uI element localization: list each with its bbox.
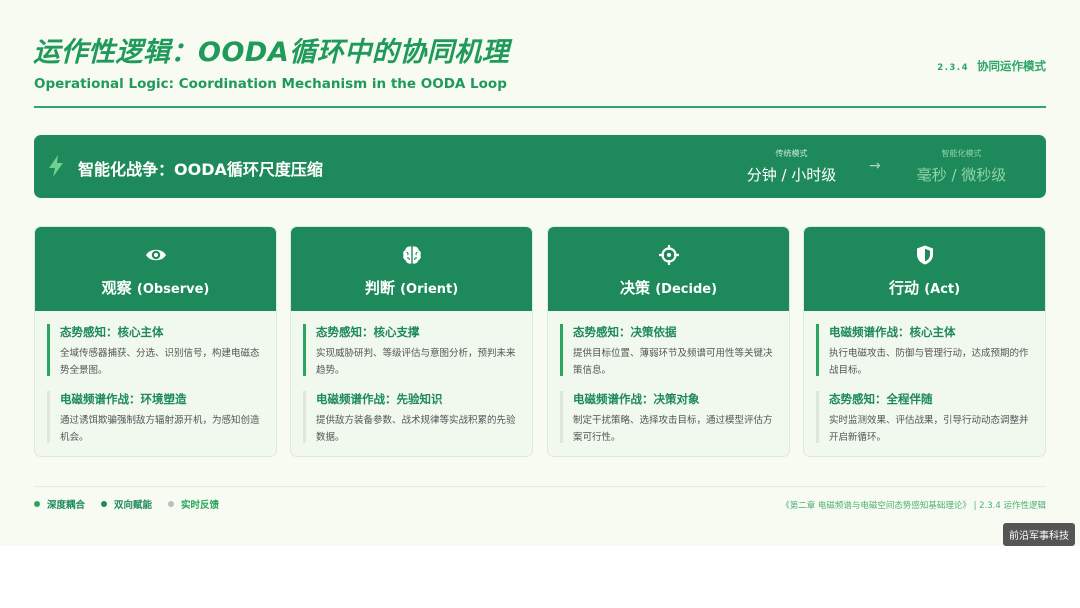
page-title: 运作性逻辑：OODA循环中的协同机理 [33, 37, 510, 68]
card-item-secondary: 电磁频谱作战：先验知识 提供敌方装备参数、战术规律等实战积累的先验数据。 [303, 391, 523, 443]
item-text: 实时监测效果、评估战果，引导行动动态调整并开启新循环。 [829, 415, 1029, 443]
section-tag: 2.3.4 协同运作模式 [937, 58, 1046, 74]
card-title: 判断 (Orient) [291, 277, 532, 298]
legend-item-coupling: 深度耦合 [34, 497, 85, 511]
legend-label: 深度耦合 [47, 500, 86, 511]
item-text: 提供敌方装备参数、战术规律等实战积累的先验数据。 [316, 415, 516, 443]
legend-dot [168, 501, 175, 507]
traditional-mode-label: 传统模式 [775, 149, 808, 158]
brain-icon [402, 246, 421, 264]
intelligent-mode-label: 智能化模式 [941, 149, 982, 158]
card-decide: 决策 (Decide) 态势感知：决策依据 提供目标位置、薄弱环节及频谱可用性等… [547, 226, 790, 457]
intelligent-mode: 智能化模式 毫秒 / 微秒级 [899, 148, 1024, 185]
card-header: 行动 (Act) [804, 227, 1045, 311]
footer-divider [34, 486, 1046, 487]
legend-label: 实时反馈 [181, 500, 220, 511]
card-item-primary: 态势感知：决策依据 提供目标位置、薄弱环节及频谱可用性等关键决策信息。 [560, 324, 780, 376]
section-number: 2.3.4 [937, 63, 969, 73]
bolt-icon [49, 155, 63, 177]
card-item-primary: 态势感知：核心支撑 实现威胁研判、等级评估与意图分析，预判未来趋势。 [303, 324, 523, 376]
eye-icon [145, 249, 166, 261]
section-label: 协同运作模式 [977, 59, 1046, 73]
card-header: 判断 (Orient) [291, 227, 532, 311]
card-title-en: (Orient) [400, 282, 459, 297]
card-title-cn: 观察 [101, 279, 132, 297]
item-title: 电磁频谱作战：先验知识 [316, 392, 443, 406]
ooda-banner: 智能化战争：OODA循环尺度压缩 传统模式 分钟 / 小时级 → 智能化模式 毫… [34, 135, 1046, 198]
card-item-secondary: 电磁频谱作战：环境塑造 通过诱饵欺骗强制敌方辐射源开机，为感知创造机会。 [47, 391, 267, 443]
page-subtitle: Operational Logic: Coordination Mechanis… [34, 76, 507, 92]
item-title: 态势感知：核心主体 [60, 325, 164, 339]
item-title: 电磁频谱作战：决策对象 [573, 392, 700, 406]
item-text: 制定干扰策略、选择攻击目标，通过模型评估方案可行性。 [573, 415, 773, 443]
title-divider [34, 106, 1046, 108]
intelligent-mode-value: 毫秒 / 微秒级 [916, 166, 1007, 184]
legend-dot [34, 501, 40, 507]
slide: 运作性逻辑：OODA循环中的协同机理 Operational Logic: Co… [0, 0, 1080, 546]
footer-note: 《第二章 电磁频谱与电磁空间态势感知基础理论》 | 2.3.4 运作性逻辑 [781, 501, 1046, 511]
item-title: 电磁频谱作战：核心主体 [829, 325, 956, 339]
card-item-secondary: 态势感知：全程伴随 实时监测效果、评估战果，引导行动动态调整并开启新循环。 [816, 391, 1036, 443]
arrow-right-icon: → [869, 158, 881, 174]
legend: 深度耦合 双向赋能 实时反馈 [34, 497, 219, 511]
item-title: 态势感知：决策依据 [573, 325, 677, 339]
card-title: 行动 (Act) [804, 277, 1045, 298]
watermark: 前沿军事科技 [1003, 523, 1075, 546]
card-title: 决策 (Decide) [548, 277, 789, 298]
card-item-primary: 态势感知：核心主体 全域传感器捕获、分选、识别信号，构建电磁态势全景图。 [47, 324, 267, 376]
item-text: 全域传感器捕获、分选、识别信号，构建电磁态势全景图。 [60, 348, 260, 376]
item-title: 态势感知：核心支撑 [316, 325, 420, 339]
card-title-cn: 行动 [888, 279, 919, 297]
card-title: 观察 (Observe) [35, 277, 276, 298]
item-text: 提供目标位置、薄弱环节及频谱可用性等关键决策信息。 [573, 348, 773, 376]
legend-dot [101, 501, 108, 507]
item-text: 通过诱饵欺骗强制敌方辐射源开机，为感知创造机会。 [60, 415, 260, 443]
item-title: 电磁频谱作战：环境塑造 [60, 392, 187, 406]
legend-item-feedback: 实时反馈 [168, 497, 219, 511]
banner-title: 智能化战争：OODA循环尺度压缩 [78, 160, 323, 179]
shield-icon [916, 245, 933, 265]
legend-item-empowerment: 双向赋能 [101, 497, 152, 511]
item-text: 实现威胁研判、等级评估与意图分析，预判未来趋势。 [316, 348, 516, 376]
card-item-primary: 电磁频谱作战：核心主体 执行电磁攻击、防御与管理行动，达成预期的作战目标。 [816, 324, 1036, 376]
card-title-cn: 判断 [364, 279, 395, 297]
card-title-en: (Decide) [655, 282, 718, 297]
card-observe: 观察 (Observe) 态势感知：核心主体 全域传感器捕获、分选、识别信号，构… [34, 226, 277, 457]
card-title-en: (Act) [924, 282, 961, 297]
card-orient: 判断 (Orient) 态势感知：核心支撑 实现威胁研判、等级评估与意图分析，预… [290, 226, 533, 457]
item-text: 执行电磁攻击、防御与管理行动，达成预期的作战目标。 [829, 348, 1029, 376]
card-header: 观察 (Observe) [35, 227, 276, 311]
crosshair-icon [658, 245, 679, 265]
card-item-secondary: 电磁频谱作战：决策对象 制定干扰策略、选择攻击目标，通过模型评估方案可行性。 [560, 391, 780, 443]
legend-label: 双向赋能 [114, 500, 153, 511]
card-title-cn: 决策 [619, 279, 650, 297]
card-act: 行动 (Act) 电磁频谱作战：核心主体 执行电磁攻击、防御与管理行动，达成预期… [803, 226, 1046, 457]
traditional-mode: 传统模式 分钟 / 小时级 [734, 148, 849, 185]
card-header: 决策 (Decide) [548, 227, 789, 311]
card-title-en: (Observe) [136, 282, 210, 297]
traditional-mode-value: 分钟 / 小时级 [746, 166, 837, 184]
item-title: 态势感知：全程伴随 [829, 392, 933, 406]
